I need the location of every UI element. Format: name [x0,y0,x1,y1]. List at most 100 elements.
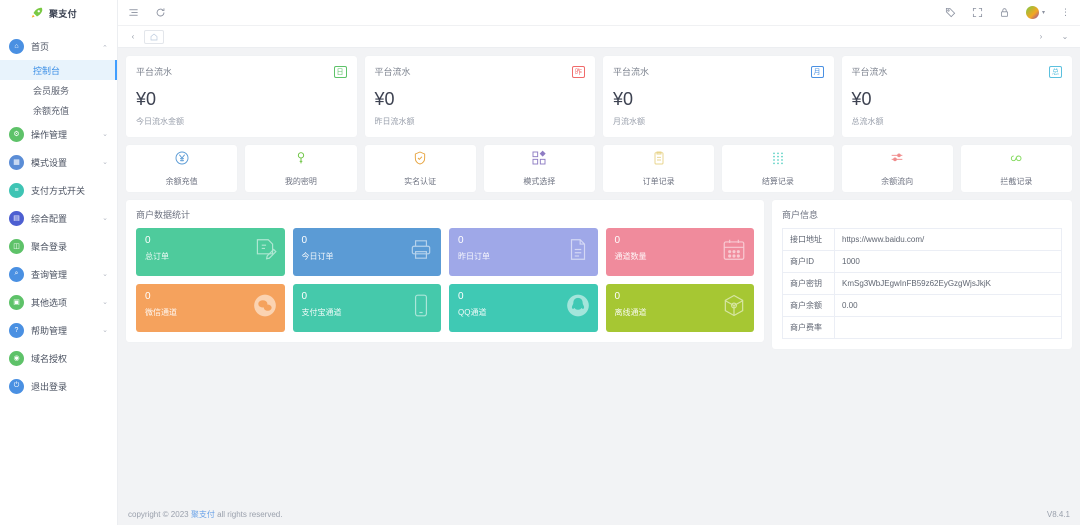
chevron-down-icon[interactable]: ⌄ [102,131,108,138]
sidebar-item-label: 首页 [31,40,49,53]
shortcut-1[interactable]: 我的密明 [245,145,356,192]
sidebar-group: ▣其他选项⌄ [0,288,117,316]
sidebar-group: ⏻退出登录 [0,372,117,400]
shortcut-5[interactable]: 结算记录 [722,145,833,192]
sidebar-item-9[interactable]: ◉ 域名授权 [0,344,117,372]
sidebar-item-label: 综合配置 [31,212,67,225]
user-avatar[interactable]: ▾ [1026,6,1045,19]
stat-tile-6[interactable]: 0QQ通道 [449,284,598,332]
chevron-down-icon[interactable]: ⌄ [102,299,108,306]
home-tab-icon[interactable] [144,30,164,44]
stat-tile-2[interactable]: 0昨日订单 [449,228,598,276]
shortcut-label: 模式选择 [523,176,555,187]
sidebar-group: ▦模式设置⌄ [0,148,117,176]
stat-tile-0[interactable]: 0总订单 [136,228,285,276]
stat-card-head: 平台流水月 [613,65,824,78]
chevron-down-icon[interactable]: ⌄ [102,271,108,278]
chevron-down-icon[interactable]: ⌄ [102,159,108,166]
domain-auth-icon: ◉ [9,351,24,366]
chevron-down-icon[interactable]: ⌄ [102,215,108,222]
chevron-right-icon[interactable]: › [1034,32,1048,41]
info-value: 0.00 [835,295,1062,317]
shortcut-row: 余额充值 我的密明实名认证模式选择 订单记录结算记录余额流向拦截记录 [126,145,1072,192]
status-badge: 昨 [572,66,585,78]
footer: copyright © 2023 聚支付 all rights reserved… [118,503,1080,525]
table-row: 商户密钥KmSg3WbJEgwInFB59z62EyGzgWjsJkjK [783,273,1062,295]
operations-icon: ⚙ [9,127,24,142]
sidebar-item-4[interactable]: ▤综合配置⌄ [0,204,117,232]
document-list-icon [565,237,591,268]
calendar-icon [721,237,747,268]
sidebar-item-2[interactable]: ▦模式设置⌄ [0,148,117,176]
stat-tile-7[interactable]: 0离线通道 [606,284,755,332]
stats-tile-grid: 0总订单0今日订单0昨日订单0通道数量 0微信通道0支付宝通道0QQ通道0离线通道 [126,228,764,332]
tabstrip: ‹ › ⌄ [118,26,1080,48]
chevron-left-icon[interactable]: ‹ [126,32,140,41]
status-badge: 月 [811,66,824,78]
merchant-info-table: 接口地址https://www.baidu.com/商户ID1000商户密钥Km… [782,228,1062,339]
refresh-icon[interactable] [155,7,166,18]
chevron-down-icon[interactable]: ⌄ [1058,32,1072,41]
stat-tile-1[interactable]: 0今日订单 [293,228,442,276]
info-key: 商户余额 [783,295,835,317]
shortcut-label: 余额充值 [166,176,198,187]
tag-icon[interactable] [945,7,956,18]
other-options-icon: ▣ [9,295,24,310]
shortcut-4[interactable]: 订单记录 [603,145,714,192]
sidebar-item-1[interactable]: ⚙操作管理⌄ [0,120,117,148]
lock-icon[interactable] [999,7,1010,18]
chevron-down-icon[interactable]: ⌄ [102,327,108,334]
stat-card-title: 平台流水 [852,65,888,78]
info-key: 商户费率 [783,317,835,339]
sidebar-item-8[interactable]: ?帮助管理⌄ [0,316,117,344]
chevron-up-icon[interactable]: ⌄ [102,43,108,50]
hamburger-icon[interactable] [128,7,139,18]
help-icon: ? [9,323,24,338]
wechat-icon [252,293,278,324]
fullscreen-icon[interactable] [972,7,983,18]
shortcut-2[interactable]: 实名认证 [365,145,476,192]
sidebar-item-7[interactable]: ▣其他选项⌄ [0,288,117,316]
brand[interactable]: 聚支付 [0,0,117,26]
sidebar-nav: ⌂首页⌄控制台会员服务余额充值⚙操作管理⌄▦模式设置⌄≡支付方式开关▤综合配置⌄… [0,26,117,400]
sidebar-group: ⚙操作管理⌄ [0,120,117,148]
table-row: 商户ID1000 [783,251,1062,273]
stat-card-2: 平台流水月¥0月流水额 [603,56,834,137]
sidebar-item-6[interactable]: ⌕查询管理⌄ [0,260,117,288]
stat-tile-5[interactable]: 0支付宝通道 [293,284,442,332]
grid-squares-icon [531,150,547,171]
sidebar-item-5[interactable]: ◫聚合登录 [0,232,117,260]
sidebar-item-0[interactable]: ⌂首页⌄ [0,32,117,60]
topbar: ▾ ⋮ [118,0,1080,26]
app-root: 聚支付 ⌂首页⌄控制台会员服务余额充值⚙操作管理⌄▦模式设置⌄≡支付方式开关▤综… [0,0,1080,525]
more-vertical-icon[interactable]: ⋮ [1061,8,1070,17]
info-key: 接口地址 [783,229,835,251]
stat-card-title: 平台流水 [136,65,172,78]
qq-penguin-icon [565,293,591,324]
stat-card-value: ¥0 [852,89,1063,110]
stat-tile-4[interactable]: 0微信通道 [136,284,285,332]
shortcut-7[interactable]: 拦截记录 [961,145,1072,192]
sidebar-group: ?帮助管理⌄ [0,316,117,344]
stat-card-sub: 今日流水金额 [136,116,347,127]
sidebar-item-3[interactable]: ≡支付方式开关 [0,176,117,204]
sidebar-group: ≡支付方式开关 [0,176,117,204]
aggregate-login-icon: ◫ [9,239,24,254]
payment-switch-icon: ≡ [9,183,24,198]
footer-brand-link[interactable]: 聚支付 [191,510,215,519]
shield-check-icon [412,150,428,171]
sidebar-subitem-0-1[interactable]: 会员服务 [0,80,117,100]
sidebar-item-label: 域名授权 [31,352,67,365]
sidebar: 聚支付 ⌂首页⌄控制台会员服务余额充值⚙操作管理⌄▦模式设置⌄≡支付方式开关▤综… [0,0,118,525]
info-key: 商户密钥 [783,273,835,295]
sidebar-subitem-0-0[interactable]: 控制台 [0,60,117,80]
info-panel-title: 商户信息 [772,200,1072,228]
shortcut-6[interactable]: 余额流向 [842,145,953,192]
stat-card-1: 平台流水昨¥0昨日流水额 [365,56,596,137]
stat-tile-3[interactable]: 0通道数量 [606,228,755,276]
sidebar-subitem-0-2[interactable]: 余额充值 [0,100,117,120]
shortcut-0[interactable]: 余额充值 [126,145,237,192]
shortcut-3[interactable]: 模式选择 [484,145,595,192]
status-badge: 总 [1049,66,1062,78]
sidebar-item-10[interactable]: ⏻退出登录 [0,372,117,400]
